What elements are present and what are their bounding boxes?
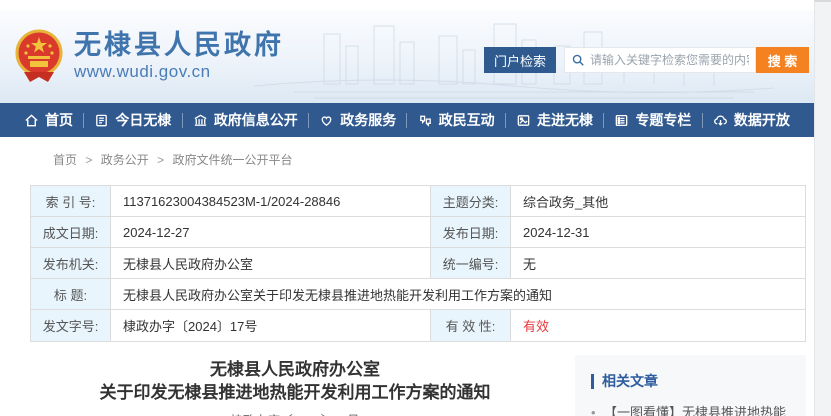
nav-item-discover[interactable]: 走进无棣 [516,110,593,130]
picture-icon [516,113,531,128]
site-header: 无棣县人民政府 www.wudi.gov.cn 门户检索 搜 索 [0,10,814,103]
meta-row: 发布机关: 无棣县人民政府办公室 统一编号: 无 [31,248,805,279]
search-button[interactable]: 搜 索 [756,47,809,73]
search-input[interactable] [590,53,749,67]
search-icon [571,53,585,67]
document-area: 无棣县人民政府办公室 关于印发无棣县推进地热能开发利用工作方案的通知 棣政办字〔… [30,355,560,416]
nav-item-label: 政民互动 [439,110,495,130]
nav-separator [702,113,703,128]
nav-item-label: 今日无棣 [115,110,171,130]
nav-separator [505,113,506,128]
site-brand[interactable]: 无棣县人民政府 www.wudi.gov.cn [14,28,284,84]
list-icon [614,113,629,128]
document-meta-table: 索 引 号: 11371623004384523M-1/2024-28846 主… [30,185,806,342]
meta-value-topic-category: 综合政务_其他 [511,186,805,216]
news-icon [94,113,109,128]
meta-value-publish-date: 2024-12-31 [511,217,805,247]
home-icon [24,113,39,128]
nav-item-special-columns[interactable]: 专题专栏 [614,110,691,130]
meta-label-index-number: 索 引 号: [31,186,111,216]
meta-label-written-date: 成文日期: [31,217,111,247]
nav-item-label: 数据开放 [734,110,790,130]
related-articles-title: 相关文章 [602,371,658,391]
document-title-line1: 无棣县人民政府办公室 [30,358,560,381]
meta-row: 发文字号: 棣政办字〔2024〕17号 有 效 性: 有效 [31,310,805,341]
nav-item-label: 政府信息公开 [214,110,298,130]
meta-label-title: 标 题: [31,279,111,309]
breadcrumb: 首页 > 政务公开 > 政府文件统一公开平台 [53,151,831,168]
vertical-scrollbar[interactable] [814,0,831,416]
nav-item-label: 政务服务 [340,110,396,130]
nav-item-today[interactable]: 今日无棣 [94,110,171,130]
breadcrumb-separator: > [157,153,164,167]
breadcrumb-separator: > [85,153,92,167]
site-url: www.wudi.gov.cn [74,62,284,82]
meta-label-topic-category: 主题分类: [431,186,511,216]
breadcrumb-current-page: 政府文件统一公开平台 [172,153,292,167]
meta-value-issuing-agency: 无棣县人民政府办公室 [111,248,431,278]
brand-text: 无棣县人民政府 www.wudi.gov.cn [74,30,284,81]
nav-separator [182,113,183,128]
related-article-link[interactable]: 【一图看懂】无棣县推进地热能开发利用工作方案 [591,404,792,416]
nav-item-label: 走进无棣 [537,110,593,130]
related-articles-panel: 相关文章 【一图看懂】无棣县推进地热能开发利用工作方案 [575,355,806,416]
meta-label-validity: 有 效 性: [431,310,511,341]
meta-value-title: 无棣县人民政府办公室关于印发无棣县推进地热能开发利用工作方案的通知 [111,279,805,309]
meta-label-publish-date: 发布日期: [431,217,511,247]
heart-icon [319,113,334,128]
nav-item-interaction[interactable]: 政民互动 [418,110,495,130]
meta-label-unified-number: 统一编号: [431,248,511,278]
bank-icon [193,113,208,128]
meta-value-unified-number: 无 [511,248,805,278]
chat-icon [418,113,433,128]
related-articles-list: 【一图看懂】无棣县推进地热能开发利用工作方案 [591,404,792,416]
nav-separator [406,113,407,128]
main-nav: 首页 今日无棣 政府信息公开 政务服务 政民互动 [0,103,814,137]
nav-item-label: 专题专栏 [635,110,691,130]
meta-value-index-number: 11371623004384523M-1/2024-28846 [111,186,431,216]
nav-item-open-data[interactable]: 数据开放 [713,110,790,130]
nav-item-label: 首页 [45,110,73,130]
search-box [564,47,756,73]
breadcrumb-home[interactable]: 首页 [53,153,77,167]
site-title: 无棣县人民政府 [74,30,284,61]
national-emblem-icon [14,28,64,84]
breadcrumb-zhengwu-gongkai[interactable]: 政务公开 [101,153,149,167]
main-content: 无棣县人民政府办公室 关于印发无棣县推进地热能开发利用工作方案的通知 棣政办字〔… [30,355,806,416]
meta-row: 成文日期: 2024-12-27 发布日期: 2024-12-31 [31,217,805,248]
meta-label-issuing-agency: 发布机关: [31,248,111,278]
document-number: 棣政办字〔2024〕17号 [30,410,560,416]
cloud-download-icon [713,113,728,128]
nav-item-services[interactable]: 政务服务 [319,110,396,130]
nav-separator [83,113,84,128]
meta-value-validity: 有效 [511,310,805,341]
search-area: 门户检索 搜 索 [484,47,809,73]
meta-label-doc-number: 发文字号: [31,310,111,341]
meta-row: 标 题: 无棣县人民政府办公室关于印发无棣县推进地热能开发利用工作方案的通知 [31,279,805,310]
meta-value-doc-number: 棣政办字〔2024〕17号 [111,310,431,341]
top-strip [0,0,831,10]
meta-value-written-date: 2024-12-27 [111,217,431,247]
section-accent-bar [591,374,594,389]
page: 无棣县人民政府 www.wudi.gov.cn 门户检索 搜 索 首页 [0,0,831,416]
related-articles-header: 相关文章 [591,371,792,391]
nav-separator [603,113,604,128]
meta-row: 索 引 号: 11371623004384523M-1/2024-28846 主… [31,186,805,217]
portal-search-button[interactable]: 门户检索 [484,47,556,73]
nav-separator [308,113,309,128]
document-title-line2: 关于印发无棣县推进地热能开发利用工作方案的通知 [30,381,560,404]
nav-item-home[interactable]: 首页 [24,110,73,130]
nav-item-info-disclosure[interactable]: 政府信息公开 [193,110,298,130]
